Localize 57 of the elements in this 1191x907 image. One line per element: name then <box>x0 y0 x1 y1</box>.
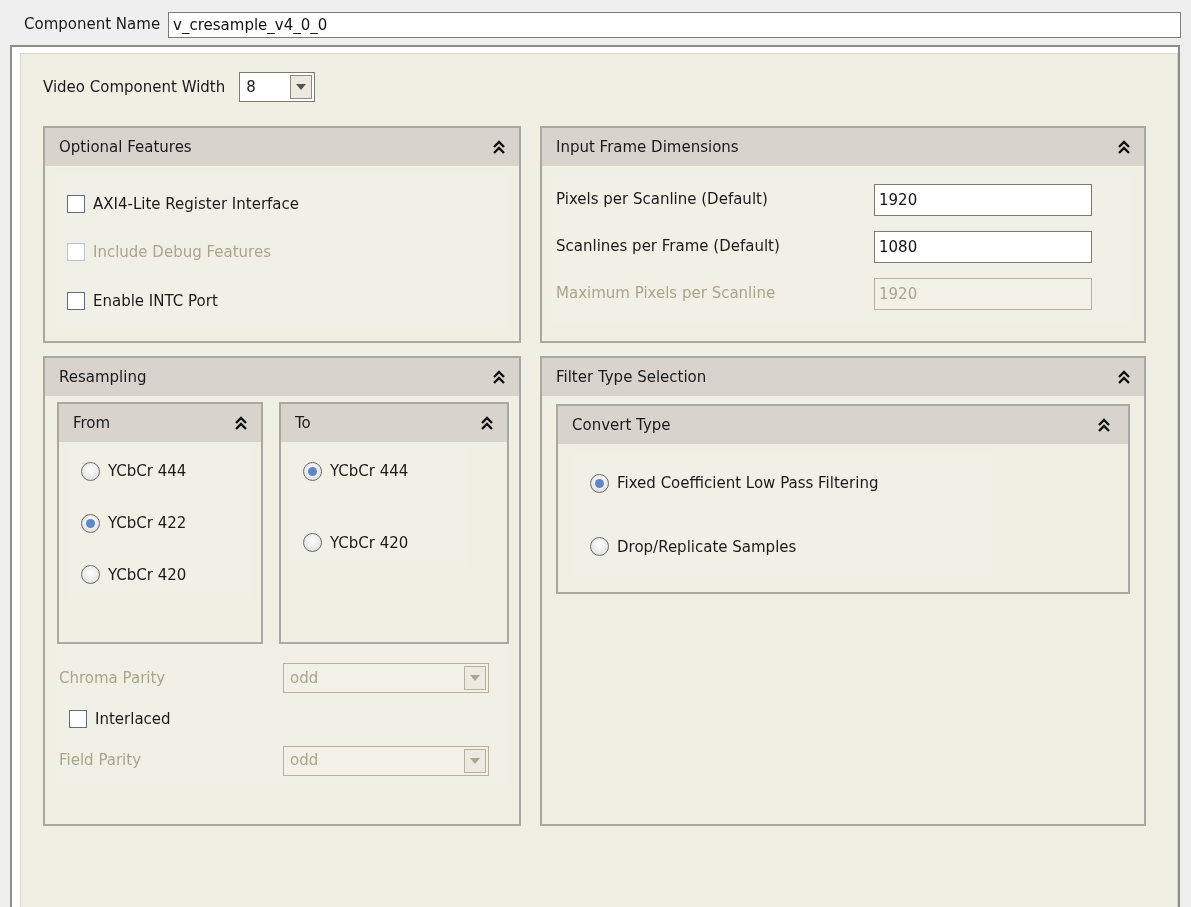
radio-button[interactable] <box>590 537 609 557</box>
text-field[interactable]: v_cresample_v4_0_0 <box>168 11 1181 38</box>
radio-label: YCbCr 444 <box>108 461 187 482</box>
collapse-icon[interactable] <box>493 370 505 384</box>
field-label: Field Parity <box>59 750 143 772</box>
panel-header[interactable]: Resampling <box>45 358 519 396</box>
dropdown-value: 8 <box>245 76 256 98</box>
radio-label: YCbCr 422 <box>108 512 187 534</box>
panel-title: Filter Type Selection <box>556 366 707 388</box>
checkbox-label: AXI4-Lite Register Interface <box>93 193 299 215</box>
checkbox-label: Interlaced <box>95 709 171 730</box>
panel-title: Input Frame Dimensions <box>556 136 739 158</box>
checkbox-label: Include Debug Features <box>93 242 271 264</box>
checkbox[interactable] <box>67 195 85 214</box>
text-field: 1920 <box>874 277 1092 310</box>
collapse-icon[interactable] <box>1118 370 1130 384</box>
text-field[interactable]: 1080 <box>874 230 1092 263</box>
text-field[interactable]: 1920 <box>874 183 1092 216</box>
radio-label: Drop/Replicate Samples <box>617 536 797 558</box>
panel-title: Convert Type <box>572 414 671 436</box>
panel-header[interactable]: Filter Type Selection <box>542 358 1144 396</box>
panel-title: Optional Features <box>59 136 192 158</box>
panel-title: To <box>295 412 311 434</box>
radio-label: YCbCr 444 <box>330 461 409 482</box>
radio-button[interactable] <box>81 513 100 533</box>
field-label: Video Component Width <box>43 76 226 98</box>
field-label: Component Name <box>24 14 161 36</box>
panel-title: Resampling <box>59 366 147 388</box>
radio-button[interactable] <box>303 461 322 481</box>
dropdown-value: odd <box>289 667 319 689</box>
dropdown-value: odd <box>289 750 319 772</box>
checkbox[interactable] <box>69 710 87 729</box>
field-label: Pixels per Scanline (Default) <box>556 189 768 211</box>
field-label: Scanlines per Frame (Default) <box>556 236 780 258</box>
radio-button[interactable] <box>303 533 322 553</box>
collapse-icon[interactable] <box>481 416 493 430</box>
checkbox[interactable] <box>67 291 85 310</box>
radio-label: Fixed Coefficient Low Pass Filtering <box>617 473 879 494</box>
collapse-icon[interactable] <box>1098 418 1110 432</box>
radio-label: YCbCr 420 <box>330 532 409 554</box>
panel-header[interactable]: Convert Type <box>558 406 1128 444</box>
radio-button[interactable] <box>590 473 609 493</box>
collapse-icon[interactable] <box>1118 140 1130 154</box>
checkbox-label: Enable INTC Port <box>93 290 218 312</box>
dropdown[interactable]: 8 <box>239 72 316 102</box>
panel-title: From <box>73 412 111 434</box>
panel-header[interactable]: Optional Features <box>45 128 519 166</box>
collapse-icon[interactable] <box>493 140 505 154</box>
field-label: Chroma Parity <box>59 667 167 689</box>
radio-button[interactable] <box>81 461 100 481</box>
collapse-icon[interactable] <box>235 416 247 430</box>
panel-header[interactable]: Input Frame Dimensions <box>542 128 1144 166</box>
field-label: Maximum Pixels per Scanline <box>556 283 776 305</box>
radio-button[interactable] <box>81 565 100 585</box>
panel-header[interactable]: To <box>281 404 507 442</box>
panel-header[interactable]: From <box>59 404 261 442</box>
radio-label: YCbCr 420 <box>108 564 187 586</box>
